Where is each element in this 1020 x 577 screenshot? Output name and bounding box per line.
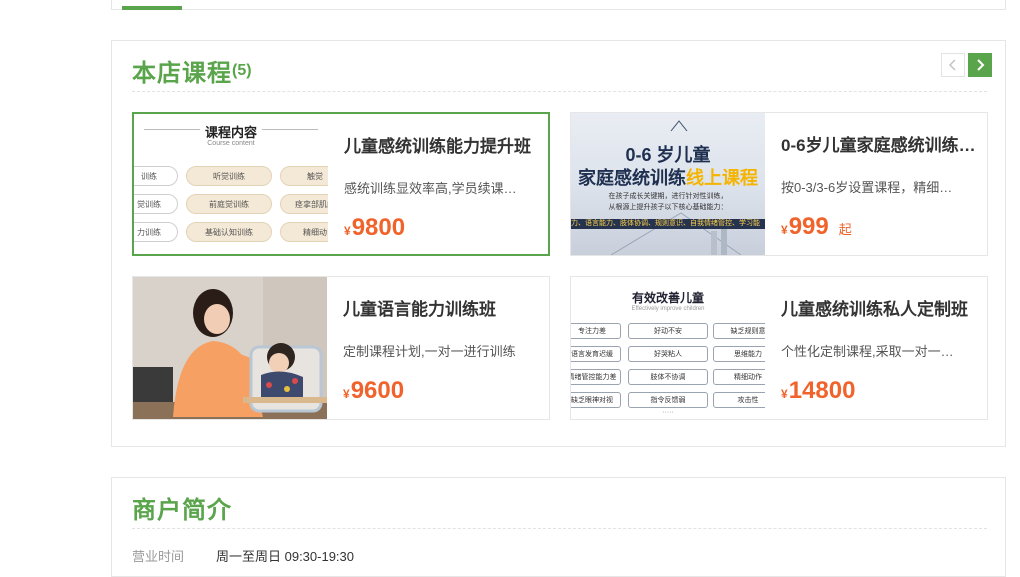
course-thumbnail: 0-6 岁儿童 家庭感统训练线上课程 在孩子成长关键期，进行针对性训练， 从根源… [571,113,765,255]
thumb-heading-2: 家庭感统训练线上课程 [578,168,758,188]
thumb-pill: 痉挛部肌肉 [280,194,328,214]
thumb-box: 缺乏规则意 [713,323,765,339]
thumb-subheading: Effectively improve children [631,306,705,312]
thumb-subheading: Course content [207,140,255,147]
currency-symbol: ¥ [781,223,788,237]
active-tab-indicator [122,6,182,10]
course-price: ¥ 9600 [343,377,404,405]
courses-panel: 本店课程 (5) 课程内容 Course content 训练 听觉训练 触觉 … [111,40,1006,447]
course-price: ¥ 14800 [781,377,855,405]
thumb-box: 肢体不协调 [628,369,708,385]
course-card[interactable]: 课程内容 Course content 训练 听觉训练 触觉 觉训练 前庭觉训练… [132,112,550,256]
price-value: 9800 [351,214,406,241]
course-title[interactable]: 儿童感统训练能力提升班 [344,132,540,157]
course-thumbnail: 有效改善儿童 Effectively improve children 专注力差… [571,277,765,419]
currency-symbol: ¥ [344,224,351,238]
top-panel [111,0,1006,10]
business-hours-label: 营业时间 [132,549,185,564]
course-price: ¥ 999 起 [781,213,852,241]
currency-symbol: ¥ [781,387,788,401]
currency-symbol: ¥ [343,387,350,401]
intro-panel: 商户简介 营业时间 周一至周日 09:30-19:30 [111,477,1006,577]
section-divider [132,91,987,92]
thumb-pill: 精细动 [280,222,328,242]
thumb-heading: 课程内容 [204,125,257,140]
price-value: 14800 [788,377,856,404]
course-title[interactable]: 儿童感统训练私人定制班 [781,295,977,320]
chevron-left-icon [948,59,956,71]
course-count: (5) [232,62,252,79]
price-suffix: 起 [838,222,852,237]
intro-title: 商户简介 [132,497,232,524]
thumb-box: 思维能力 [713,346,765,362]
thumb-box: 语言发育迟缓 [571,346,621,362]
thumb-band: 力、语言能力、肢体协调、规则意识、自我情绪管控、学习能 [571,219,765,229]
thumb-pill: 训练 [134,166,178,186]
thumb-pill: 前庭觉训练 [186,194,272,214]
intro-divider [132,528,987,529]
thumb-box: 好哭粘人 [628,346,708,362]
thumb-box: 缺乏眼神对视 [571,392,621,408]
business-hours-value: 周一至周日 09:30-19:30 [216,549,355,564]
course-description: 感统训练显效率高,学员续课… [344,181,517,196]
course-description: 个性化定制课程,采取一对一… [781,344,954,359]
thumb-box: 精细动作 [713,369,765,385]
course-thumbnail [133,277,327,419]
thumb-heading: 有效改善儿童 [631,291,704,305]
course-card[interactable]: 有效改善儿童 Effectively improve children 专注力差… [570,276,988,420]
course-card[interactable]: 儿童语言能力训练班 定制课程计划,一对一进行训练 ¥ 9600 [132,276,550,420]
price-value: 999 [788,213,829,240]
course-card[interactable]: 0-6 岁儿童 家庭感统训练线上课程 在孩子成长关键期，进行针对性训练， 从根源… [570,112,988,256]
section-title: 本店课程 [132,60,232,87]
prev-button[interactable] [941,53,965,77]
thumb-pill: 基础认知训练 [186,222,272,242]
photo-illustration [133,277,327,419]
thumb-subheading: 在孩子成长关键期，进行针对性训练， 从根源上提升孩子以下核心基础能力： [608,193,728,211]
thumb-box: 好动不安 [628,323,708,339]
course-price: ¥ 9800 [344,214,405,242]
thumb-box: 情绪管控能力差 [571,369,621,385]
course-title[interactable]: 0-6岁儿童家庭感统训练… [781,131,977,156]
thumb-pill: 力训练 [134,222,178,242]
course-title[interactable]: 儿童语言能力训练班 [343,295,539,320]
price-value: 9600 [350,377,405,404]
course-description: 按0-3/3-6岁设置课程，精细… [781,180,953,195]
thumb-pill: 觉训练 [134,194,178,214]
thumb-pill: 听觉训练 [186,166,272,186]
thumb-box: 攻击性 [713,392,765,408]
thumb-box: 指令反馈弱 [628,392,708,408]
thumb-pill: 触觉 [280,166,328,186]
course-description: 定制课程计划,一对一进行训练 [343,344,516,359]
thumb-box: 专注力差 [571,323,621,339]
thumb-more: ····· [662,409,674,416]
next-button[interactable] [968,53,992,77]
chevron-right-icon [977,59,985,71]
course-thumbnail: 课程内容 Course content 训练 听觉训练 触觉 觉训练 前庭觉训练… [134,114,328,254]
